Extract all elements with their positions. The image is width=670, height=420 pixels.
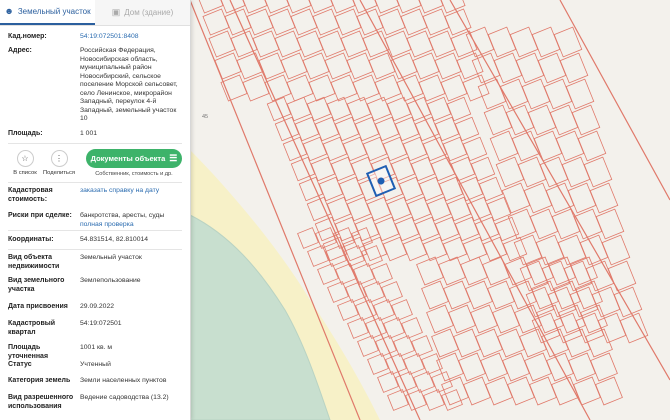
- divider: [8, 249, 182, 250]
- detail-value: Земли населенных пунктов: [80, 377, 167, 384]
- area-label: Площадь:: [8, 130, 43, 137]
- detail-label: Площадь уточненная: [8, 344, 49, 360]
- divider: [8, 182, 182, 183]
- documents-subtitle: Собственник, стоимость и др.: [95, 171, 173, 177]
- tab-house-label: Дом (здание): [124, 8, 174, 17]
- map-label-45: 45: [202, 114, 208, 120]
- cad-cost-label: Кадастровая стоимость:: [8, 187, 53, 203]
- area-value: 1 001: [80, 130, 98, 137]
- detail-row: Вид объекта недвижимости Земельный участо…: [0, 254, 190, 271]
- area-row: Площадь: 1 001: [0, 130, 190, 139]
- share-icon: ⋮: [50, 150, 68, 167]
- address-value: Российская Федерация, Новосибирская обла…: [80, 47, 178, 122]
- user-pin-icon: ☻: [4, 6, 14, 16]
- detail-label: Категория земель: [8, 377, 71, 384]
- documents-button[interactable]: Документы объекта ☰: [86, 149, 182, 168]
- detail-value: 29.09.2022: [80, 303, 115, 310]
- coords-row: Координаты: 54.831514, 82.810014: [0, 236, 190, 245]
- detail-label: Дата присвоения: [8, 303, 68, 310]
- detail-value: Учтенный: [80, 361, 111, 368]
- risks-row: Риски при сделке: банкротства, аресты, с…: [0, 212, 190, 230]
- cad-cost-row: Кадастровая стоимость: заказать справку …: [0, 187, 190, 204]
- detail-label: Кадастровый квартал: [8, 320, 56, 336]
- add-to-list-button[interactable]: ☆ В список: [10, 150, 40, 176]
- document-icon: ☰: [169, 153, 178, 163]
- address-label: Адрес:: [8, 47, 32, 54]
- star-icon: ☆: [16, 150, 34, 167]
- tab-house[interactable]: ▣ Дом (здание): [95, 0, 190, 25]
- divider: [8, 143, 182, 144]
- detail-value: 1001 кв. м: [80, 344, 113, 351]
- detail-label: Статус: [8, 361, 32, 368]
- detail-label: Вид земельного участка: [8, 277, 65, 293]
- cadnum-link[interactable]: 54:19:072501:8408: [80, 33, 183, 42]
- divider: [8, 230, 182, 231]
- risks-label: Риски при сделке:: [8, 212, 72, 219]
- add-to-list-label: В список: [13, 170, 37, 176]
- tab-bar: ☻ Земельный участок ▣ Дом (здание): [0, 0, 190, 26]
- detail-row: Статус Учтенный: [0, 361, 190, 370]
- cadnum-row: Кад.номер: 54:19:072501:8408: [0, 33, 190, 42]
- detail-row: Вид разрешенного использования Ведение са…: [0, 394, 190, 411]
- detail-value: Ведение садоводства (13.2): [80, 394, 169, 401]
- coords-value[interactable]: 54.831514, 82.810014: [80, 236, 183, 245]
- tab-land-plot-label: Земельный участок: [17, 7, 91, 16]
- detail-value: 54:19:072501: [80, 320, 122, 327]
- tab-land-plot[interactable]: ☻ Земельный участок: [0, 0, 95, 25]
- detail-row: Площадь уточненная 1001 кв. м: [0, 344, 190, 361]
- full-check-link[interactable]: полная проверка: [80, 221, 183, 230]
- detail-row: Категория земель Земли населенных пунктов: [0, 377, 190, 386]
- share-label: Поделиться: [42, 170, 75, 176]
- detail-row: Вид земельного участка Землепользование: [0, 277, 190, 294]
- building-icon: ▣: [111, 7, 121, 17]
- info-panel: ☻ Земельный участок ▣ Дом (здание) Кад.н…: [0, 0, 191, 420]
- cadnum-label: Кад.номер:: [8, 33, 47, 40]
- address-row: Адрес: Российская Федерация, Новосибирск…: [0, 47, 190, 124]
- order-certificate-link[interactable]: заказать справку на дату: [80, 187, 183, 204]
- detail-label: Вид разрешенного использования: [8, 394, 74, 410]
- detail-row: Кадастровый квартал 54:19:072501: [0, 320, 190, 337]
- detail-label: Вид объекта недвижимости: [8, 254, 60, 270]
- detail-row: Дата присвоения 29.09.2022: [0, 303, 190, 312]
- documents-button-label: Документы объекта: [90, 154, 166, 163]
- coords-label: Координаты:: [8, 236, 54, 243]
- share-button[interactable]: ⋮ Поделиться: [42, 150, 76, 176]
- detail-value: Земельный участок: [80, 254, 142, 261]
- risks-text: банкротства, аресты, суды: [80, 212, 165, 219]
- detail-value: Землепользование: [80, 277, 141, 284]
